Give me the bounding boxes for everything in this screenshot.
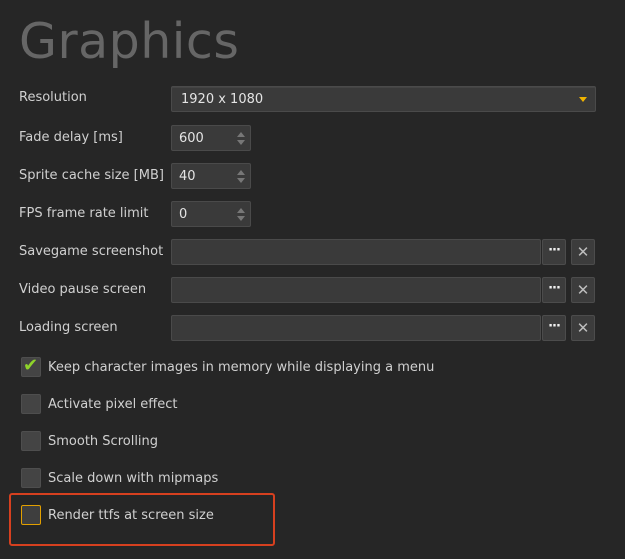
loading-screen-clear-button[interactable]: ✕ xyxy=(571,315,595,341)
savegame-screenshot-browse-button[interactable]: ··· xyxy=(542,239,566,265)
resolution-value: 1920 x 1080 xyxy=(181,92,264,107)
spin-down-icon[interactable] xyxy=(237,216,245,221)
mipmaps-label: Scale down with mipmaps xyxy=(48,471,219,486)
spin-down-icon[interactable] xyxy=(237,140,245,145)
sprite-cache-label: Sprite cache size [MB] xyxy=(19,168,164,183)
pixel-effect-label: Activate pixel effect xyxy=(48,397,178,412)
fade-delay-label: Fade delay [ms] xyxy=(19,130,123,145)
spin-up-icon[interactable] xyxy=(237,208,245,213)
checkmark-icon: ✔ xyxy=(23,355,39,376)
video-pause-label: Video pause screen xyxy=(19,282,147,297)
video-pause-browse-button[interactable]: ··· xyxy=(542,277,566,303)
render-ttfs-label: Render ttfs at screen size xyxy=(48,508,214,523)
loading-screen-field[interactable] xyxy=(171,315,541,341)
page-title: Graphics xyxy=(19,13,240,70)
savegame-screenshot-label: Savegame screenshot xyxy=(19,244,164,259)
loading-screen-label: Loading screen xyxy=(19,320,118,335)
smooth-scrolling-label: Smooth Scrolling xyxy=(48,434,159,449)
fps-limit-label: FPS frame rate limit xyxy=(19,206,149,221)
keep-images-checkbox[interactable]: ✔ xyxy=(21,355,41,377)
pixel-effect-checkbox[interactable] xyxy=(21,394,41,414)
video-pause-clear-button[interactable]: ✕ xyxy=(571,277,595,303)
fade-delay-value: 600 xyxy=(179,131,204,146)
render-ttfs-checkbox[interactable] xyxy=(21,505,41,525)
video-pause-field[interactable] xyxy=(171,277,541,303)
spin-up-icon[interactable] xyxy=(237,132,245,137)
keep-images-label: Keep character images in memory while di… xyxy=(48,360,435,375)
resolution-label: Resolution xyxy=(19,90,87,105)
sprite-cache-spinbox[interactable]: 40 xyxy=(171,163,251,189)
chevron-down-icon xyxy=(579,97,587,102)
resolution-select[interactable]: 1920 x 1080 xyxy=(171,86,596,112)
fps-limit-value: 0 xyxy=(179,207,188,222)
sprite-cache-value: 40 xyxy=(179,169,196,184)
fade-delay-spinbox[interactable]: 600 xyxy=(171,125,251,151)
spin-down-icon[interactable] xyxy=(237,178,245,183)
savegame-screenshot-field[interactable] xyxy=(171,239,541,265)
savegame-screenshot-clear-button[interactable]: ✕ xyxy=(571,239,595,265)
loading-screen-browse-button[interactable]: ··· xyxy=(542,315,566,341)
fps-limit-spinbox[interactable]: 0 xyxy=(171,201,251,227)
spin-up-icon[interactable] xyxy=(237,170,245,175)
smooth-scrolling-checkbox[interactable] xyxy=(21,431,41,451)
mipmaps-checkbox[interactable] xyxy=(21,468,41,488)
